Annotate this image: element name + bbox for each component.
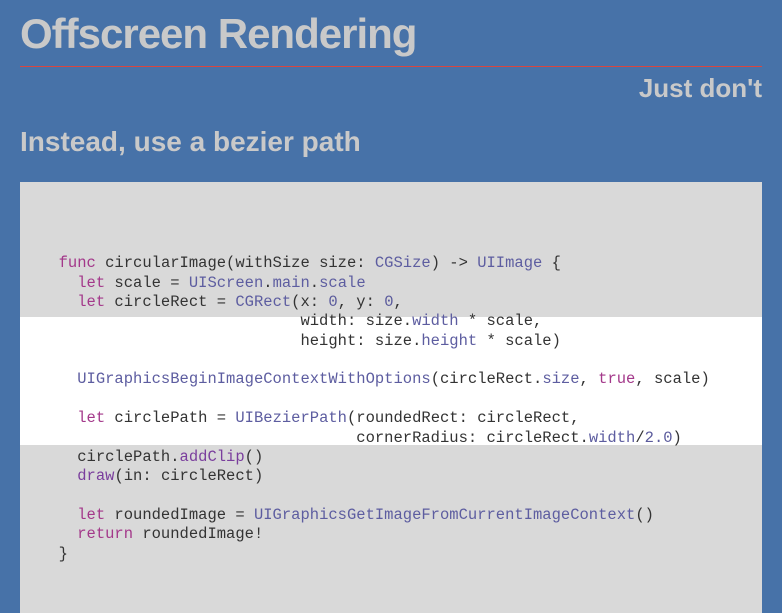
- num: 0: [384, 293, 393, 311]
- t: * scale): [477, 332, 561, 350]
- t: scale =: [105, 274, 189, 292]
- kw-let: let: [77, 274, 105, 292]
- t: height: size.: [300, 332, 421, 350]
- slide-subtitle: Just don't: [20, 73, 762, 104]
- t: , scale): [635, 370, 709, 388]
- type-uiscreen: UIScreen: [189, 274, 263, 292]
- kw-return: return: [77, 525, 133, 543]
- kw-func: func: [59, 254, 96, 272]
- t: }: [59, 545, 68, 563]
- t: (): [635, 506, 654, 524]
- fn-begincontext: UIGraphicsBeginImageContextWithOptions: [77, 370, 430, 388]
- prop-height: height: [421, 332, 477, 350]
- kw-let: let: [77, 506, 105, 524]
- type-cgsize: CGSize: [375, 254, 431, 272]
- code-block: func circularImage(withSize size: CGSize…: [20, 182, 762, 613]
- t: (circleRect.: [431, 370, 543, 388]
- t: (x:: [291, 293, 328, 311]
- t: ) ->: [431, 254, 478, 272]
- prop-width: width: [589, 429, 636, 447]
- t: (roundedRect: circleRect,: [347, 409, 580, 427]
- mth-addclip: addClip: [180, 448, 245, 466]
- prop-main: main: [273, 274, 310, 292]
- kw-let: let: [77, 409, 105, 427]
- t: , y:: [338, 293, 385, 311]
- kw-let: let: [77, 293, 105, 311]
- prop-scale: scale: [319, 274, 366, 292]
- mth-draw: draw: [77, 467, 114, 485]
- t: roundedImage!: [133, 525, 263, 543]
- t: .: [310, 274, 319, 292]
- t: ): [673, 429, 682, 447]
- num: 0: [328, 293, 337, 311]
- num: 2.0: [645, 429, 673, 447]
- code-content: func circularImage(withSize size: CGSize…: [20, 254, 762, 564]
- t: width: size.: [300, 312, 412, 330]
- t: circularImage(withSize size:: [96, 254, 375, 272]
- t: .: [263, 274, 272, 292]
- slide-heading: Instead, use a bezier path: [20, 126, 762, 158]
- t: {: [542, 254, 561, 272]
- kw-true: true: [598, 370, 635, 388]
- t: (): [245, 448, 264, 466]
- prop-size: size: [542, 370, 579, 388]
- t: circlePath.: [77, 448, 179, 466]
- prop-width: width: [412, 312, 459, 330]
- t: * scale,: [459, 312, 543, 330]
- slide: Offscreen Rendering Just don't Instead, …: [0, 0, 782, 574]
- fn-getimage: UIGraphicsGetImageFromCurrentImageContex…: [254, 506, 635, 524]
- t: ,: [394, 293, 403, 311]
- t: /: [635, 429, 644, 447]
- t: ,: [580, 370, 599, 388]
- type-cgrect: CGRect: [235, 293, 291, 311]
- t: cornerRadius: circleRect.: [356, 429, 589, 447]
- t: circlePath =: [105, 409, 235, 427]
- type-uiimage: UIImage: [477, 254, 542, 272]
- type-uibezier: UIBezierPath: [235, 409, 347, 427]
- slide-title: Offscreen Rendering: [20, 10, 762, 67]
- t: (in: circleRect): [114, 467, 263, 485]
- t: roundedImage =: [105, 506, 254, 524]
- t: circleRect =: [105, 293, 235, 311]
